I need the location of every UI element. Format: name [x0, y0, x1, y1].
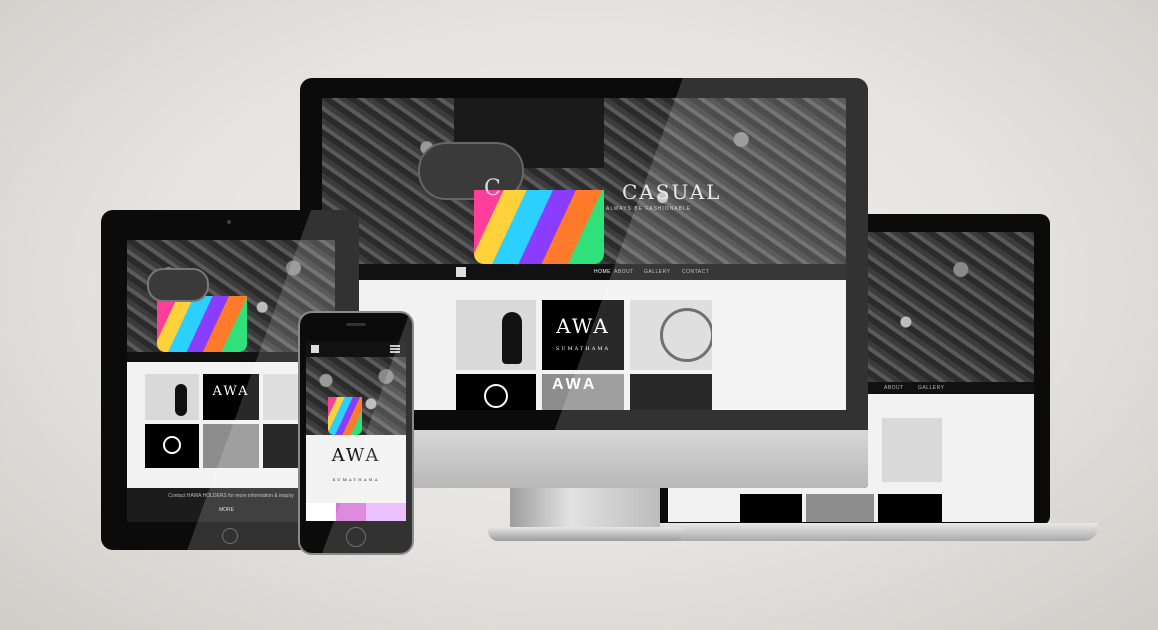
meditating-figure: [502, 312, 522, 364]
hero-subtitle: ALWAYS BE FASHIONABLE: [606, 206, 692, 212]
tablet-camera: [227, 220, 231, 224]
emblem-icon: [484, 384, 508, 408]
gallery-tile-beach[interactable]: [456, 300, 536, 370]
phone-nav-bar: [306, 341, 406, 357]
phone-screen: AWA SUMATHAMA: [306, 341, 406, 521]
tablet-tile-banner[interactable]: [203, 424, 259, 468]
nav-contact[interactable]: CONTACT: [682, 269, 709, 275]
tablet-home-button[interactable]: [222, 528, 238, 544]
phone-logo-wordmark: SUMATHAMA: [332, 477, 380, 482]
nav-gallery[interactable]: GALLERY: [644, 269, 670, 275]
site-logo-icon[interactable]: [456, 267, 466, 277]
tablet-footer-link[interactable]: MORE: [219, 507, 234, 513]
tablet-tile-emblem[interactable]: [145, 424, 199, 468]
phone-home-button[interactable]: [346, 527, 366, 547]
tablet-model-leggings: [157, 296, 247, 352]
phone-device: AWA SUMATHAMA: [298, 311, 414, 555]
laptop-nav-item[interactable]: GALLERY: [918, 385, 944, 391]
tablet-tile-logo[interactable]: AWA: [203, 374, 259, 420]
gallery-tile-logo[interactable]: AWA SUMATHAMA: [542, 300, 624, 370]
tablet-logo-mark: AWA: [212, 384, 250, 399]
gallery-tile-banner[interactable]: AWA: [542, 374, 624, 410]
laptop-tile-photo: [882, 418, 942, 482]
tablet-yoga-mat: [147, 268, 209, 302]
laptop-base: [640, 523, 1098, 541]
laptop-tile-logo: [740, 494, 802, 522]
phone-banner-strip: [306, 503, 406, 521]
laptop-tile-banner: [806, 494, 874, 522]
monitor-nav-bar: HOME ABOUT GALLERY CONTACT: [322, 264, 846, 280]
model-leggings: [474, 190, 604, 264]
meditating-figure: [175, 384, 187, 416]
logo-mark: AWA: [556, 314, 610, 338]
gallery-tile-figure[interactable]: [630, 374, 712, 410]
banner-text: AWA: [552, 376, 598, 393]
phone-logo-icon[interactable]: [311, 345, 319, 353]
gallery-tile-emblem[interactable]: [456, 374, 536, 410]
hero-title-left: C: [484, 176, 501, 201]
tablet-tile-beach[interactable]: [145, 374, 199, 420]
nav-about[interactable]: ABOUT: [614, 269, 634, 275]
drum-circle: [660, 308, 712, 362]
gallery-tile-drum[interactable]: [630, 300, 712, 370]
laptop-tile-figure: [878, 494, 942, 522]
logo-wordmark: SUMATHAMA: [555, 346, 611, 352]
phone-logo-mark: AWA: [331, 445, 381, 466]
phone-speaker: [346, 323, 366, 326]
phone-logo-block: AWA SUMATHAMA: [306, 435, 406, 503]
nav-home[interactable]: HOME: [594, 269, 611, 275]
monitor-stand-foot: [488, 527, 684, 541]
tablet-emblem-icon: [163, 436, 181, 454]
laptop-nav-item[interactable]: ABOUT: [884, 385, 904, 391]
hamburger-menu-icon[interactable]: [390, 345, 400, 353]
hero-title: CASUAL: [622, 180, 722, 204]
phone-model-leggings: [328, 397, 362, 435]
